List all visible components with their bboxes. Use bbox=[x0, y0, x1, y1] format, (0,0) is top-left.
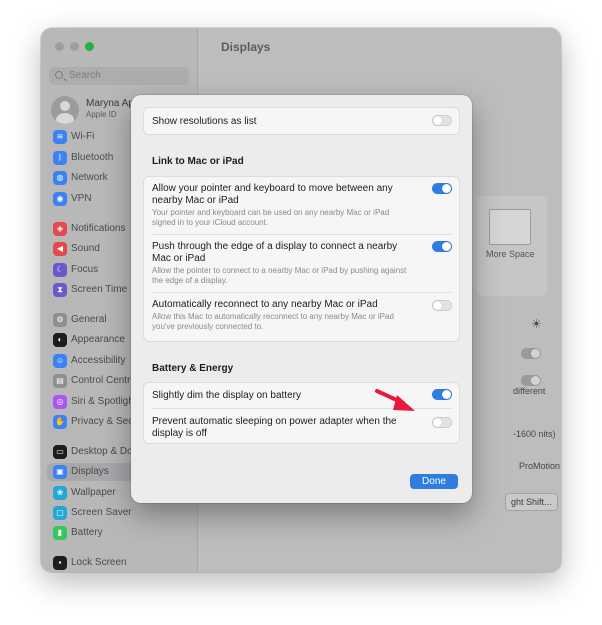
sidebar-item-label: VPN bbox=[71, 193, 92, 204]
bg-toggle-1 bbox=[521, 348, 541, 359]
sidebar-item-screen-saver[interactable]: ▢ Screen Saver bbox=[53, 504, 193, 522]
bell-icon: ◈ bbox=[53, 222, 67, 236]
desktop-icon: ▭ bbox=[53, 445, 67, 459]
sidebar-item-battery[interactable]: ▮ Battery bbox=[53, 524, 193, 542]
sidebar-item-label: Accessibility bbox=[71, 355, 126, 366]
search-input[interactable]: Search bbox=[49, 67, 189, 85]
sidebar-item-label: Screen Saver bbox=[71, 507, 132, 518]
night-shift-button: ght Shift... bbox=[505, 493, 558, 511]
sidebar-item-label: Control Centr bbox=[71, 375, 131, 386]
battery-section-heading: Battery & Energy bbox=[152, 363, 234, 374]
control-center-icon: ▤ bbox=[53, 374, 67, 388]
nits-label: -1600 nits) bbox=[513, 429, 556, 439]
sidebar-item-lock-screen[interactable]: ▪ Lock Screen bbox=[53, 554, 193, 572]
sidebar-item-label: Wi-Fi bbox=[71, 131, 95, 142]
vpn-icon: ◉ bbox=[53, 192, 67, 206]
link-row-desc: Allow the pointer to connect to a nearby… bbox=[152, 266, 407, 285]
sidebar-item-label: Bluetooth bbox=[71, 152, 114, 163]
push-through-toggle[interactable] bbox=[432, 241, 452, 252]
displays-advanced-sheet: Show resolutions as list Link to Mac or … bbox=[131, 95, 472, 503]
battery-row-title: Prevent automatic sleeping on power adap… bbox=[152, 416, 397, 439]
account-subtitle: Apple ID bbox=[86, 110, 117, 119]
wallpaper-icon: ❀ bbox=[53, 486, 67, 500]
hourglass-icon: ⧗ bbox=[53, 283, 67, 297]
sidebar-item-label: Lock Screen bbox=[71, 557, 127, 568]
show-resolutions-card: Show resolutions as list bbox=[143, 107, 460, 135]
hand-icon: ✋ bbox=[53, 415, 67, 429]
display-icon: ▣ bbox=[53, 465, 67, 479]
show-resolutions-toggle[interactable] bbox=[432, 115, 452, 126]
sidebar-item-label: Network bbox=[71, 172, 108, 183]
account-name: Maryna Ap bbox=[86, 98, 134, 109]
dim-on-battery-toggle[interactable] bbox=[432, 389, 452, 400]
pointer-keyboard-toggle[interactable] bbox=[432, 183, 452, 194]
link-row-title: Push through the edge of a display to co… bbox=[152, 241, 398, 264]
accessibility-icon: ☺ bbox=[53, 354, 67, 368]
prevent-sleep-toggle[interactable] bbox=[432, 417, 452, 428]
sidebar-item-label: Siri & Spotligh bbox=[71, 396, 134, 407]
siri-icon: ◎ bbox=[53, 395, 67, 409]
brightness-icon: ☀ bbox=[531, 317, 542, 331]
link-row-title: Automatically reconnect to any nearby Ma… bbox=[152, 299, 378, 310]
link-row-pointer: Allow your pointer and keyboard to move … bbox=[144, 177, 459, 233]
minimize-window-button[interactable] bbox=[70, 42, 79, 51]
avatar bbox=[51, 96, 79, 124]
link-row-title: Allow your pointer and keyboard to move … bbox=[152, 183, 393, 206]
sidebar-item-label: Privacy & Sec bbox=[71, 416, 134, 427]
refresh-rate-label: ProMotion bbox=[519, 461, 561, 471]
sidebar-item-label: Notifications bbox=[71, 223, 126, 234]
done-button[interactable]: Done bbox=[410, 474, 458, 489]
lock-icon: ▪ bbox=[53, 556, 67, 570]
link-section-heading: Link to Mac or iPad bbox=[152, 156, 244, 167]
link-row-push: Push through the edge of a display to co… bbox=[144, 235, 459, 291]
bg-toggle-2 bbox=[521, 375, 541, 386]
show-resolutions-label: Show resolutions as list bbox=[152, 116, 257, 127]
battery-icon: ▮ bbox=[53, 526, 67, 540]
speaker-icon: ◀ bbox=[53, 242, 67, 256]
display-thumbnail bbox=[489, 209, 531, 245]
more-space-label: More Space bbox=[486, 249, 535, 259]
sidebar-item-label: Wallpaper bbox=[71, 487, 116, 498]
sidebar-item-label: Appearance bbox=[71, 334, 125, 345]
sidebar-item-label: Screen Time bbox=[71, 284, 128, 295]
globe-icon: ◍ bbox=[53, 171, 67, 185]
appearance-icon: ◐ bbox=[53, 333, 67, 347]
search-placeholder: Search bbox=[69, 70, 101, 81]
moon-icon: ☾ bbox=[53, 263, 67, 277]
sidebar-item-label: Focus bbox=[71, 264, 99, 275]
link-row-desc: Your pointer and keyboard can be used on… bbox=[152, 208, 390, 227]
red-arrow-icon bbox=[375, 389, 415, 411]
link-row-desc: Allow this Mac to automatically reconnec… bbox=[152, 312, 394, 331]
page-title: Displays bbox=[221, 40, 271, 54]
screensaver-icon: ▢ bbox=[53, 506, 67, 520]
link-row-reconnect: Automatically reconnect to any nearby Ma… bbox=[144, 293, 459, 341]
sidebar-item-label: Displays bbox=[71, 466, 109, 477]
link-card: Allow your pointer and keyboard to move … bbox=[143, 176, 460, 342]
sidebar-item-label: Sound bbox=[71, 243, 100, 254]
sidebar-item-label: Desktop & Do bbox=[71, 446, 133, 457]
different-label: different bbox=[513, 386, 546, 396]
search-icon bbox=[55, 71, 63, 79]
zoom-window-button[interactable] bbox=[85, 42, 94, 51]
bluetooth-icon: ᛒ bbox=[53, 151, 67, 165]
sidebar-item-label: General bbox=[71, 314, 107, 325]
gear-icon: ⚙ bbox=[53, 313, 67, 327]
wifi-icon: ≋ bbox=[53, 130, 67, 144]
sidebar-item-label: Battery bbox=[71, 527, 103, 538]
close-window-button[interactable] bbox=[55, 42, 64, 51]
auto-reconnect-toggle[interactable] bbox=[432, 300, 452, 311]
